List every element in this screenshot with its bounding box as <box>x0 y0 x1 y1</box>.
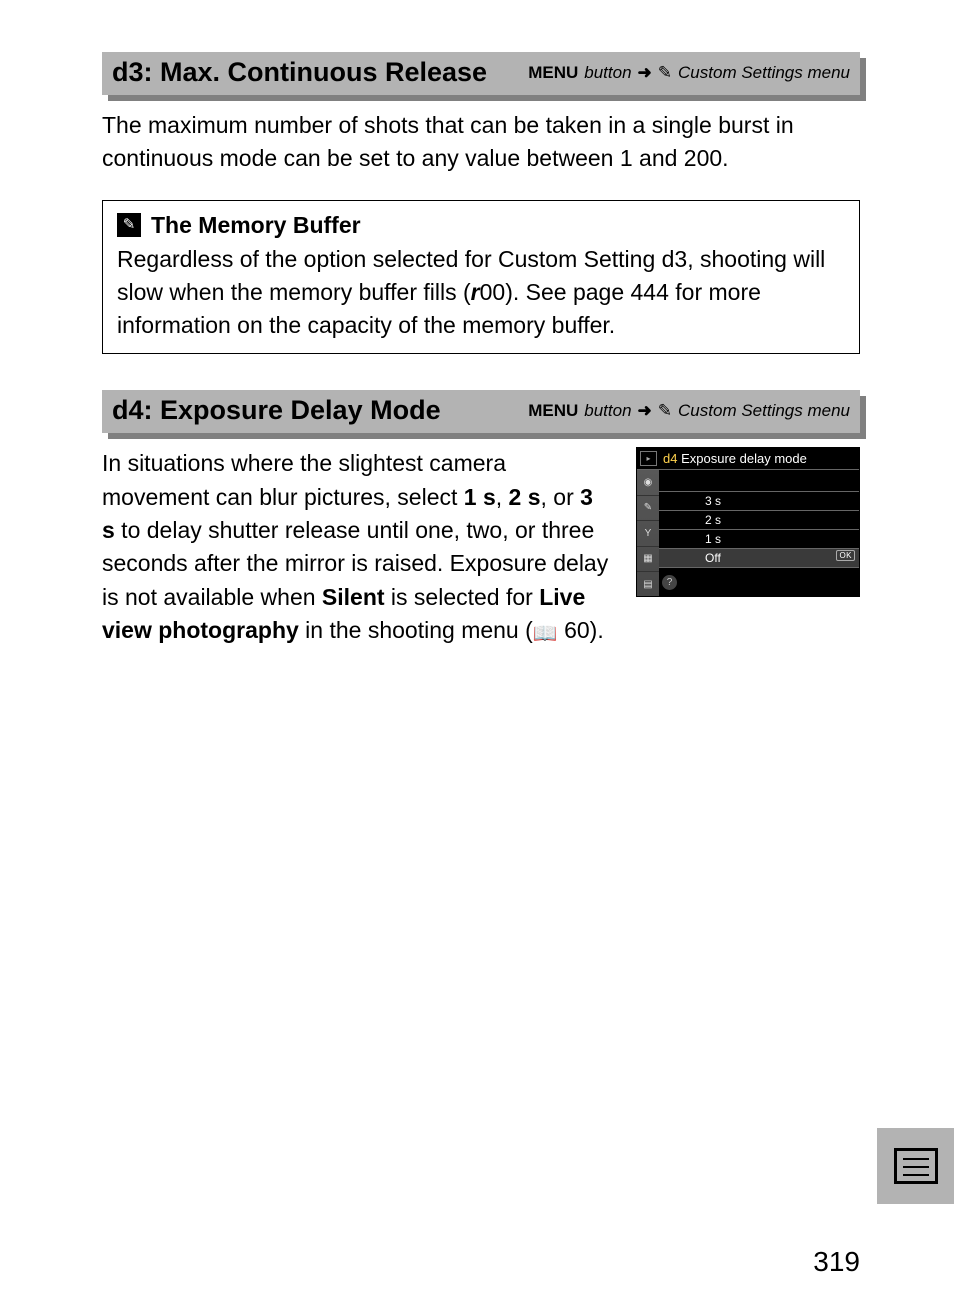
lcd-side-icon: Y <box>637 521 659 546</box>
page-number: 319 <box>813 1246 860 1278</box>
lcd-title: ▸ d4 Exposure delay mode <box>637 448 859 470</box>
lcd-title-prefix: d4 <box>663 451 677 466</box>
camera-lcd-screenshot: ▸ d4 Exposure delay mode ◉ ✎ Y ▦ ▤ 3 s 2… <box>636 447 860 597</box>
d3-body-text: The maximum number of shots that can be … <box>102 109 860 176</box>
d4-text: In situations where the slightest camera… <box>102 450 506 509</box>
arrow-right-icon: ➜ <box>638 401 652 421</box>
lcd-side-icon: ▦ <box>637 547 659 572</box>
buffer-r-icon: r <box>471 279 480 305</box>
heading-d4-title: d4: Exposure Delay Mode <box>112 395 441 426</box>
heading-d3-path: MENU button ➜ ✎ Custom Settings menu <box>528 63 850 83</box>
d4-2s: 2 s <box>509 484 541 510</box>
lcd-option-selected: Off OK <box>659 548 859 567</box>
heading-d3-title: d3: Max. Continuous Release <box>112 57 487 88</box>
lcd-side-icon: ▤ <box>637 572 659 596</box>
lcd-side-icon: ✎ <box>637 496 659 521</box>
arrow-right-icon: ➜ <box>638 63 652 83</box>
d4-1s: 1 s <box>464 484 496 510</box>
menu-button-word: button <box>584 401 631 421</box>
heading-d3: d3: Max. Continuous Release MENU button … <box>102 52 860 95</box>
lcd-option: 2 s <box>659 510 859 529</box>
play-icon: ▸ <box>640 451 657 466</box>
d4-body-text: In situations where the slightest camera… <box>102 447 610 649</box>
menu-button-word: button <box>584 63 631 83</box>
help-icon: ? <box>662 575 677 590</box>
book-icon: 📖 <box>533 620 558 649</box>
lcd-option-list: 3 s 2 s 1 s Off OK ? <box>659 470 859 596</box>
heading-d4-path: MENU button ➜ ✎ Custom Settings menu <box>528 401 850 421</box>
memory-buffer-note: ✎ The Memory Buffer Regardless of the op… <box>102 200 860 355</box>
note-pencil-icon: ✎ <box>117 213 141 237</box>
d4-page-ref: 60). <box>558 617 604 643</box>
lcd-option: 1 s <box>659 529 859 548</box>
pencil-icon: ✎ <box>658 63 672 83</box>
ok-icon: OK <box>836 550 855 561</box>
path-tail: Custom Settings menu <box>678 63 850 83</box>
section-tab-icon <box>877 1128 954 1204</box>
heading-d4: d4: Exposure Delay Mode MENU button ➜ ✎ … <box>102 390 860 433</box>
lcd-side-icon: ◉ <box>637 470 659 495</box>
d4-silent: Silent <box>322 584 385 610</box>
buffer-value: 00 <box>480 279 506 305</box>
menu-label: MENU <box>528 63 578 83</box>
lcd-sidebar: ◉ ✎ Y ▦ ▤ <box>637 470 659 596</box>
lcd-footer: ? <box>659 567 859 596</box>
lcd-option: 3 s <box>659 491 859 510</box>
path-tail: Custom Settings menu <box>678 401 850 421</box>
lcd-title-text: Exposure delay mode <box>681 451 807 466</box>
menu-list-icon <box>894 1148 938 1184</box>
menu-label: MENU <box>528 401 578 421</box>
pencil-icon: ✎ <box>658 401 672 421</box>
note-title: The Memory Buffer <box>151 209 361 242</box>
